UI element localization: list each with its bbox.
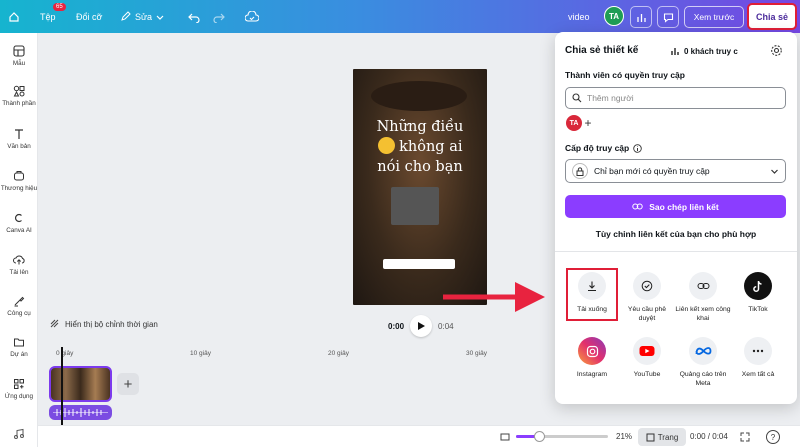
option-label: TikTok [748, 306, 768, 313]
tiktok-icon [753, 280, 762, 292]
lock-icon [572, 163, 588, 179]
public-view-link-option[interactable]: Liên kết xem công khai [675, 272, 731, 323]
instagram-icon [586, 345, 598, 357]
help-button[interactable]: ? [766, 430, 780, 444]
plus-icon: + [123, 375, 133, 393]
link-icon [697, 283, 709, 289]
tiktok-option[interactable]: TikTok [730, 272, 786, 314]
access-heading: Cấp độ truy cập [565, 143, 642, 153]
timeline-ruler: 0 giây 10 giây 20 giây 30 giây [48, 346, 558, 360]
waveform-icon [53, 408, 108, 417]
bar-chart-icon [671, 48, 679, 55]
access-level-value: Chỉ bạn mới có quyền truy cập [594, 166, 710, 176]
zoom-level[interactable]: 21% [616, 432, 632, 441]
customize-link-button[interactable]: Tùy chỉnh liên kết của bạn cho phù hợp [555, 229, 797, 239]
timing-icon [50, 319, 59, 328]
option-label: Yêu cầu phê duyệt [627, 306, 667, 322]
access-level-select[interactable]: Chỉ bạn mới có quyền truy cập [565, 159, 786, 183]
ruler-tick: 0 giây [56, 350, 74, 357]
play-icon [417, 322, 425, 330]
time-readout: 0:00 / 0:04 [690, 432, 728, 441]
request-approval-option[interactable]: Yêu cầu phê duyệt [619, 272, 675, 323]
copy-link-button[interactable]: Sao chép liên kết [565, 195, 786, 218]
meta-ads-option[interactable]: Quảng cáo trên Meta [675, 337, 731, 388]
option-label: Instagram [576, 371, 608, 378]
ruler-tick: 30 giây [466, 350, 487, 357]
fullscreen-icon[interactable] [740, 432, 750, 442]
option-label: Quảng cáo trên Meta [679, 371, 727, 387]
pages-icon [646, 433, 655, 441]
playhead[interactable] [61, 347, 63, 425]
video-clip[interactable] [49, 366, 112, 402]
visitor-count[interactable]: 0 khách truy c [670, 46, 738, 56]
copy-link-label: Sao chép liên kết [649, 201, 719, 212]
search-icon [572, 93, 582, 103]
playback-controls: 0:00 0:04 [388, 315, 454, 337]
pages-button[interactable]: Trang [638, 428, 686, 446]
pages-label: Trang [657, 432, 679, 442]
ruler-tick: 20 giây [328, 350, 349, 357]
instagram-option[interactable]: Instagram [564, 337, 620, 379]
show-timing-label: Hiển thị bộ chỉnh thời gian [65, 319, 158, 329]
page-thumbnail-icon[interactable] [500, 432, 510, 442]
visitor-count-text: 0 khách truy c [684, 46, 738, 56]
show-timing-toggle[interactable]: Hiển thị bộ chỉnh thời gian [50, 319, 158, 329]
download-highlight [566, 268, 618, 321]
audio-clip[interactable] [49, 405, 112, 420]
member-avatar[interactable]: TA [566, 115, 582, 131]
add-people-input[interactable]: Thêm người [565, 87, 786, 109]
add-clip-button[interactable]: + [117, 373, 139, 395]
zoom-slider-thumb[interactable] [534, 431, 545, 442]
add-member-button[interactable]: + [581, 115, 595, 131]
play-button[interactable] [410, 315, 433, 337]
link-icon [632, 203, 643, 210]
help-icon: ? [770, 432, 776, 442]
chevron-down-icon [771, 169, 778, 174]
access-heading-label: Cấp độ truy cập [565, 143, 630, 153]
approval-icon [641, 280, 653, 292]
youtube-icon [639, 346, 655, 356]
divider [555, 251, 797, 252]
share-panel-title: Chia sẻ thiết kế [565, 45, 639, 56]
plus-icon: + [584, 116, 592, 130]
ruler-tick: 10 giây [190, 350, 211, 357]
youtube-option[interactable]: YouTube [619, 337, 675, 379]
option-label: Liên kết xem công khai [675, 306, 731, 322]
option-label: YouTube [633, 371, 661, 378]
bottom-bar: 21% Trang 0:00 / 0:04 ? [38, 425, 800, 447]
meta-icon [695, 347, 711, 355]
option-label: Xem tất cả [741, 371, 775, 378]
zoom-slider[interactable] [516, 431, 608, 442]
gear-icon[interactable] [770, 44, 783, 57]
see-all-option[interactable]: Xem tất cả [730, 337, 786, 379]
current-time: 0:00 [388, 321, 405, 331]
duration: 0:04 [438, 321, 454, 331]
info-icon[interactable] [633, 143, 642, 153]
share-panel: Chia sẻ thiết kế 0 khách truy c Thành vi… [555, 32, 797, 404]
add-people-placeholder: Thêm người [587, 93, 634, 103]
more-icon [752, 349, 764, 353]
members-heading: Thành viên có quyền truy cập [565, 70, 685, 80]
